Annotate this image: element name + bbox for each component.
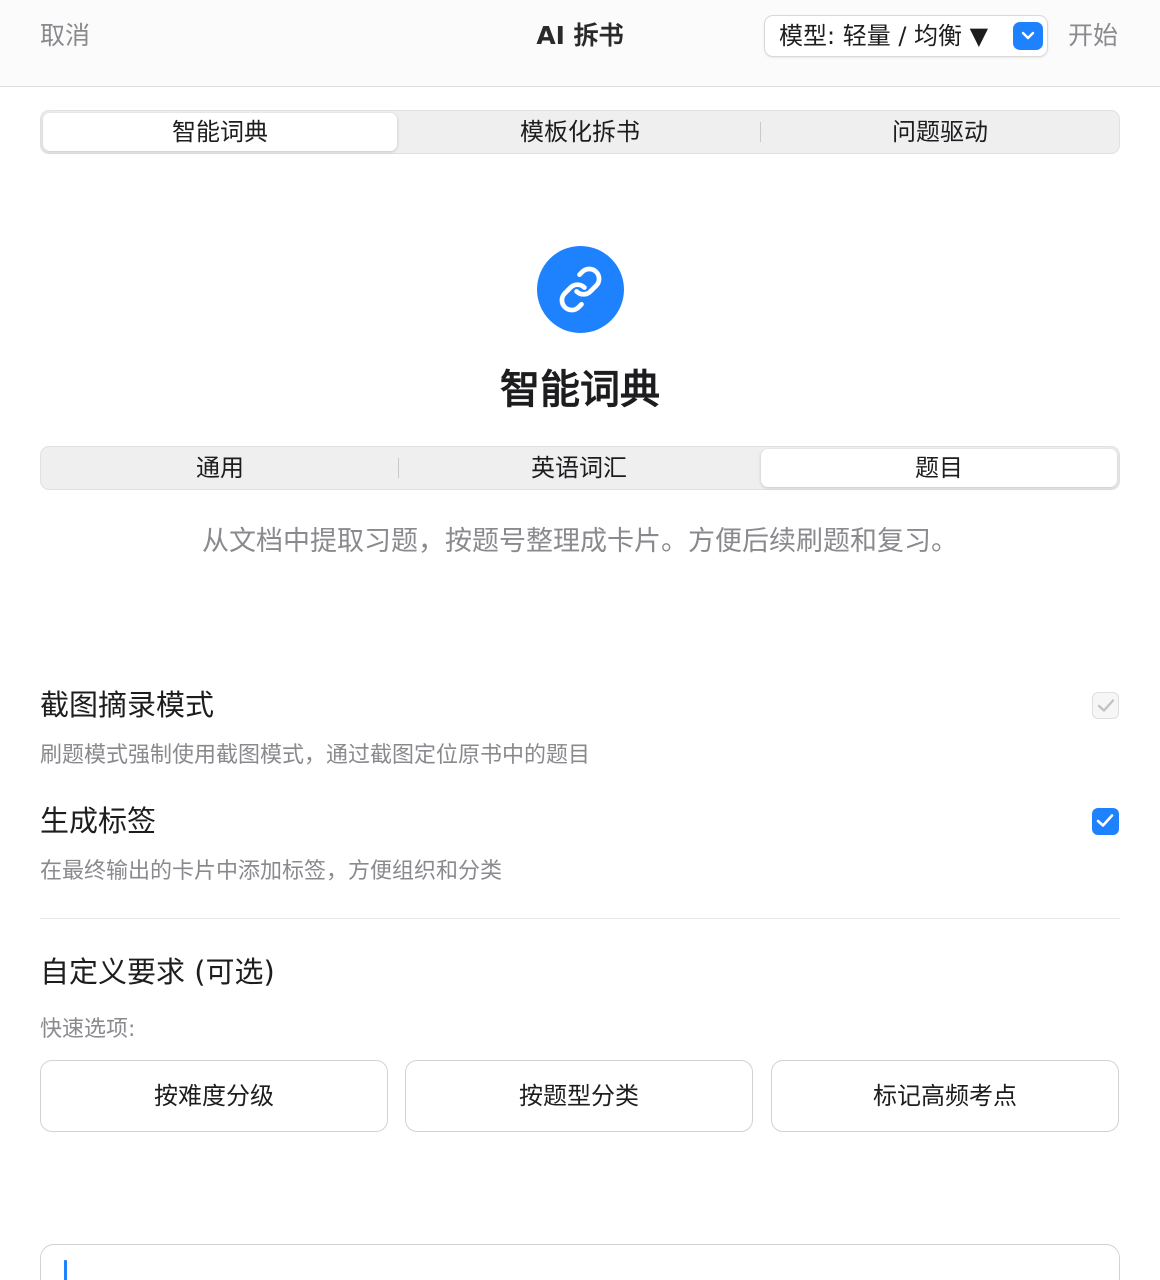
sub-mode-tabs: 通用 英语词汇 题目 — [40, 446, 1120, 490]
screenshot-mode-checkbox[interactable] — [1092, 692, 1119, 719]
checkmark-icon — [1096, 814, 1114, 827]
checkmark-icon — [1097, 699, 1115, 712]
text-caret — [64, 1260, 67, 1280]
screenshot-mode-desc: 刷题模式强制使用截图模式，通过截图定位原书中的题目 — [40, 743, 591, 768]
dialog-title: AI 拆书 — [536, 21, 624, 50]
custom-requirements-input[interactable] — [40, 1244, 1120, 1280]
tab-question-driven[interactable]: 问题驱动 — [763, 113, 1117, 151]
link-icon — [537, 246, 624, 333]
generate-tags-desc: 在最终输出的卡片中添加标签，方便组织和分类 — [40, 859, 503, 884]
tab-template-split[interactable]: 模板化拆书 — [403, 113, 757, 151]
quick-option-hot-points-button[interactable]: 标记高频考点 — [771, 1060, 1119, 1132]
mode-tabs: 智能词典 模板化拆书 问题驱动 — [40, 110, 1120, 154]
tab-smart-dictionary[interactable]: 智能词典 — [43, 113, 397, 151]
tab-questions[interactable]: 题目 — [761, 449, 1117, 487]
mode-description: 从文档中提取习题，按题号整理成卡片。方便后续刷题和复习。 — [202, 526, 958, 557]
tab-english-vocab[interactable]: 英语词汇 — [401, 449, 757, 487]
tab-general[interactable]: 通用 — [43, 449, 397, 487]
model-select[interactable]: 模型: 轻量 / 均衡 ▼ — [764, 15, 1048, 57]
quick-option-difficulty-button[interactable]: 按难度分级 — [40, 1060, 388, 1132]
generate-tags-checkbox[interactable] — [1092, 808, 1119, 835]
tab-divider — [760, 122, 761, 142]
start-button[interactable]: 开始 — [1068, 18, 1118, 54]
mode-title: 智能词典 — [500, 367, 660, 413]
generate-tags-title: 生成标签 — [40, 804, 157, 838]
section-divider — [40, 918, 1120, 919]
tab-divider — [398, 458, 399, 478]
cancel-button[interactable]: 取消 — [40, 18, 90, 54]
custom-requirements-title: 自定义要求 (可选) — [40, 955, 275, 989]
ai-book-split-dialog: 取消 AI 拆书 模型: 轻量 / 均衡 ▼ 开始 智能词典 模板化拆书 问题驱… — [0, 0, 1160, 1280]
quick-option-type-button[interactable]: 按题型分类 — [405, 1060, 753, 1132]
model-select-label: 模型: 轻量 / 均衡 ▼ — [779, 22, 989, 50]
top-bar: 取消 AI 拆书 模型: 轻量 / 均衡 ▼ 开始 — [0, 0, 1160, 87]
quick-options-label: 快速选项: — [40, 1017, 136, 1042]
screenshot-mode-title: 截图摘录模式 — [40, 688, 215, 722]
chevron-down-icon[interactable] — [1013, 22, 1043, 50]
